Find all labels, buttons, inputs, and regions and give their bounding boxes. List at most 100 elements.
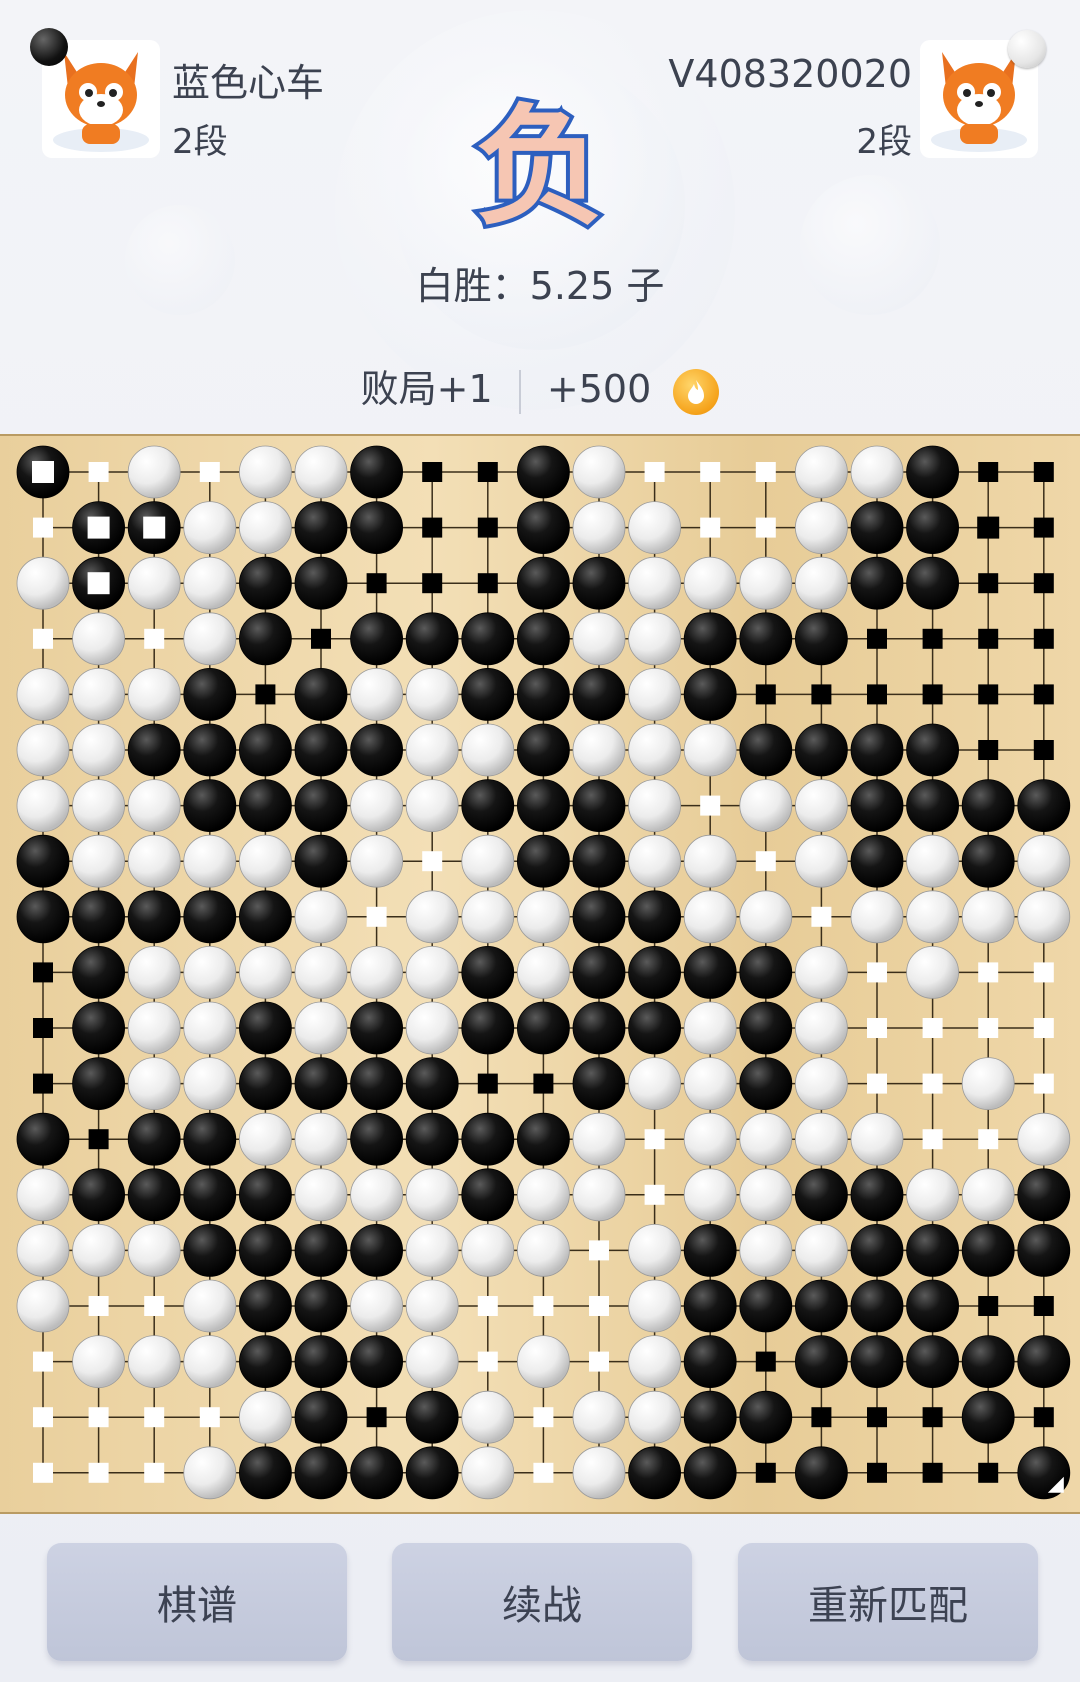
black-territory-marker: [978, 740, 999, 760]
black-territory-marker: [477, 1073, 498, 1094]
black-territory-marker: [978, 573, 999, 594]
white-stone: [739, 779, 793, 833]
white-stone: [572, 1390, 626, 1444]
black-stone: [961, 1335, 1015, 1388]
black-stone: [127, 723, 181, 777]
black-stone: [461, 946, 515, 999]
white-stone: [405, 890, 459, 944]
white-territory-marker: [644, 462, 665, 482]
black-stone: [72, 1057, 125, 1110]
white-stone: [1017, 890, 1071, 944]
black-stone: [461, 612, 515, 666]
white-territory-marker: [589, 1296, 609, 1316]
white-stone: [183, 1279, 237, 1333]
white-stone: [1017, 1112, 1071, 1166]
black-stone: [961, 1224, 1015, 1277]
rematch-button[interactable]: 重新匹配: [738, 1543, 1038, 1661]
black-stone: [739, 1057, 793, 1110]
black-stone: [461, 667, 515, 721]
black-stone: [238, 1446, 292, 1500]
white-stone: [517, 1335, 570, 1388]
black-stone: [183, 1112, 237, 1166]
black-stone: [350, 612, 404, 666]
black-stone: [961, 1390, 1015, 1444]
white-stone: [739, 1112, 793, 1166]
white-stone: [628, 1224, 681, 1277]
white-stone: [461, 890, 515, 944]
white-stone: [628, 1335, 681, 1388]
white-territory-marker: [922, 1129, 943, 1150]
white-stone: [628, 1390, 681, 1444]
black-stone: [294, 1224, 348, 1277]
white-stone: [461, 834, 515, 888]
white-stone: [127, 1001, 181, 1055]
black-stone: [127, 1168, 181, 1222]
white-territory-marker: [533, 1296, 554, 1316]
black-territory-marker: [867, 684, 887, 705]
black-stone: [294, 556, 348, 610]
black-territory-marker: [922, 684, 943, 705]
white-stone: [294, 1168, 348, 1222]
dead-stone-marker: [87, 572, 110, 595]
white-stone: [683, 834, 737, 888]
white-stone: [906, 890, 959, 944]
white-territory-marker: [477, 1351, 498, 1372]
white-territory-marker: [144, 1407, 165, 1428]
white-stone: [795, 1224, 848, 1277]
black-stone: [294, 1279, 348, 1333]
white-stone: [294, 445, 348, 499]
dead-stone-marker: [143, 516, 166, 539]
black-stone: [183, 667, 237, 721]
white-territory-marker: [33, 1462, 53, 1483]
game-record-button[interactable]: 棋谱: [47, 1543, 347, 1661]
black-stone: [850, 1224, 904, 1277]
black-stone: [572, 946, 626, 999]
black-stone: [739, 1001, 793, 1055]
white-stone: [183, 1446, 237, 1500]
black-stone: [572, 1057, 626, 1110]
black-territory-marker: [477, 517, 498, 538]
white-stone: [405, 946, 459, 999]
white-stone: [405, 1279, 459, 1333]
white-stone: [461, 723, 515, 777]
black-territory-marker: [867, 1407, 887, 1428]
go-board[interactable]: [0, 434, 1080, 1514]
white-stone: [628, 612, 681, 666]
white-stone: [517, 1168, 570, 1222]
black-stone: [72, 1001, 125, 1055]
white-stone: [683, 1112, 737, 1166]
black-stone: [461, 1112, 515, 1166]
white-stone: [628, 1057, 681, 1110]
black-stone: [517, 445, 570, 499]
black-stone: [238, 612, 292, 666]
continue-battle-button[interactable]: 续战: [392, 1543, 692, 1661]
black-stone: [961, 834, 1015, 888]
black-stone: [183, 723, 237, 777]
black-stone: [628, 946, 681, 999]
white-stone: [16, 723, 70, 777]
white-stone: [183, 834, 237, 888]
white-stone: [350, 1279, 404, 1333]
white-stone: [127, 445, 181, 499]
white-stone: [461, 1224, 515, 1277]
white-territory-marker: [88, 1407, 109, 1428]
white-stone: [72, 612, 125, 666]
go-board-grid: [16, 445, 1071, 1500]
black-territory-marker: [533, 1073, 554, 1094]
black-stone: [850, 1168, 904, 1222]
black-stone: [350, 1224, 404, 1277]
black-territory-marker: [255, 684, 276, 705]
black-stone: [906, 556, 959, 610]
white-stone: [961, 1057, 1015, 1110]
black-stone: [628, 1446, 681, 1500]
black-stone: [294, 723, 348, 777]
result-score-text: 白胜：5.25 子: [415, 264, 665, 308]
black-territory-marker: [422, 462, 443, 482]
black-stone: [183, 1224, 237, 1277]
white-stone: [906, 946, 959, 999]
white-stone: [795, 1001, 848, 1055]
white-stone: [183, 612, 237, 666]
black-territory-marker: [811, 1407, 832, 1428]
black-territory-marker: [922, 1462, 943, 1483]
white-stone: [72, 723, 125, 777]
